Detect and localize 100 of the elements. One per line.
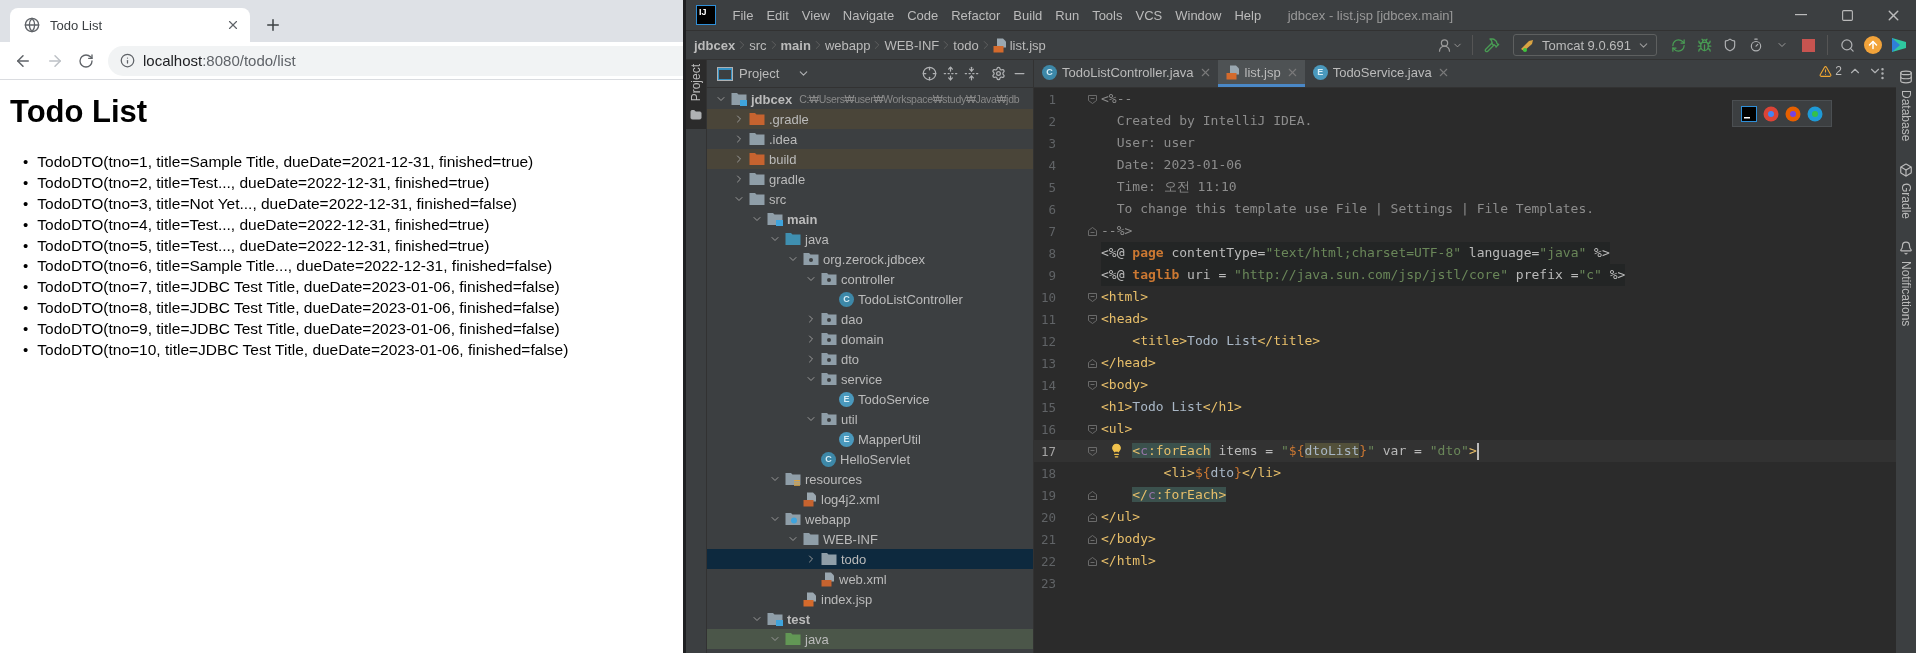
- tree-item[interactable]: java: [707, 629, 1033, 649]
- lightbulb-icon[interactable]: [1109, 443, 1124, 458]
- line-number: 6: [1047, 201, 1056, 217]
- warnings-indicator[interactable]: 2: [1819, 64, 1842, 78]
- list-item: TodoDTO(tno=3, title=Not Yet..., dueDate=2022-12-31, finished=false): [37, 194, 517, 214]
- expand-all-icon[interactable]: [943, 66, 958, 81]
- fold-icon[interactable]: [1087, 512, 1097, 522]
- collapse-all-icon[interactable]: [964, 66, 979, 81]
- tree-item[interactable]: dao: [707, 309, 1033, 329]
- file-icon: [803, 591, 817, 607]
- editor-tab[interactable]: C TodoListController.java: [1034, 60, 1218, 87]
- tree-item[interactable]: org.zerock.jdbcex: [707, 249, 1033, 269]
- browser-tab[interactable]: Todo List: [10, 8, 250, 42]
- item-label: main: [787, 211, 818, 227]
- menu-item[interactable]: Navigate: [836, 7, 901, 23]
- tool-window-tab[interactable]: Gradle: [1896, 153, 1916, 232]
- tree-item[interactable]: main: [707, 209, 1033, 229]
- menu-item[interactable]: Run: [1048, 7, 1086, 23]
- tool-window-tab[interactable]: Database: [1896, 60, 1916, 154]
- run-config-dropdown[interactable]: Tomcat 9.0.691: [1513, 34, 1657, 56]
- menu-item[interactable]: Build: [1006, 7, 1049, 23]
- menu-item[interactable]: Help: [1227, 7, 1268, 23]
- tree-item[interactable]: domain: [707, 329, 1033, 349]
- fold-icon[interactable]: [1087, 226, 1097, 236]
- tool-window-tab[interactable]: Notifications: [1896, 231, 1916, 339]
- line-number: 19: [1039, 487, 1056, 503]
- tree-item[interactable]: .idea: [707, 129, 1033, 149]
- package-icon: [821, 272, 837, 286]
- hammer-icon: [1484, 37, 1501, 53]
- bullet: •: [23, 152, 29, 173]
- reload-icon[interactable]: [78, 52, 94, 69]
- menu-item[interactable]: View: [795, 7, 837, 23]
- address-field[interactable]: localhost:8080/todo/list: [108, 45, 683, 76]
- tree-item[interactable]: E MapperUtil: [707, 429, 1033, 449]
- locate-icon[interactable]: [922, 66, 937, 81]
- tree-item[interactable]: E TodoService: [707, 389, 1033, 409]
- tree-item[interactable]: log4j2.xml: [707, 489, 1033, 509]
- menu-item[interactable]: Refactor: [944, 7, 1007, 23]
- tree-item[interactable]: jdbcex C:₩Users₩user₩Workspace₩study₩Java₩jdb: [707, 89, 1033, 109]
- tree-item[interactable]: WEB-INF: [707, 529, 1033, 549]
- tree-item[interactable]: webapp: [707, 509, 1033, 529]
- breadcrumb[interactable]: list.jsp: [992, 37, 1046, 53]
- fold-icon[interactable]: [1087, 358, 1097, 368]
- item-label: java: [805, 231, 829, 247]
- tree-item[interactable]: dto: [707, 349, 1033, 369]
- bullet: •: [23, 235, 29, 256]
- tree-item[interactable]: .gradle: [707, 109, 1033, 129]
- folder-icon: [749, 112, 765, 126]
- tree-item[interactable]: test: [707, 609, 1033, 629]
- menu-item[interactable]: Edit: [759, 7, 796, 23]
- tree-item[interactable]: resources: [707, 469, 1033, 489]
- menu-item[interactable]: Code: [900, 7, 945, 23]
- item-label: jdbcex: [751, 91, 793, 107]
- fold-icon[interactable]: [1087, 534, 1097, 544]
- tree-item[interactable]: index.jsp: [707, 589, 1033, 609]
- breadcrumb[interactable]: todo: [953, 37, 979, 53]
- fold-icon[interactable]: [1087, 556, 1097, 566]
- tree-item[interactable]: controller: [707, 269, 1033, 289]
- item-label: dto: [841, 351, 860, 367]
- line-number: 15: [1039, 399, 1056, 415]
- tree-item[interactable]: C TodoListController: [707, 289, 1033, 309]
- tree-item[interactable]: web.xml: [707, 569, 1033, 589]
- new-tab-icon[interactable]: [264, 16, 282, 34]
- tree-item[interactable]: src: [707, 189, 1033, 209]
- settings-icon[interactable]: [991, 66, 1006, 81]
- tree-item[interactable]: util: [707, 409, 1033, 429]
- menu-item[interactable]: File: [726, 7, 760, 23]
- item-label: HelloServlet: [840, 451, 911, 467]
- close-icon[interactable]: [226, 18, 240, 32]
- fold-icon[interactable]: [1087, 446, 1097, 456]
- tree-item[interactable]: C HelloServlet: [707, 449, 1033, 469]
- menu-item[interactable]: Window: [1168, 7, 1228, 23]
- fold-icon[interactable]: [1087, 94, 1097, 104]
- breadcrumb[interactable]: WEB-INF: [884, 37, 940, 53]
- menu-item[interactable]: Tools: [1085, 7, 1129, 23]
- tree-item[interactable]: todo: [707, 549, 1033, 569]
- breadcrumb[interactable]: jdbcex: [694, 37, 736, 53]
- folder-icon: [731, 92, 747, 106]
- breadcrumb[interactable]: main: [780, 37, 811, 53]
- menu-item[interactable]: VCS: [1129, 7, 1169, 23]
- breadcrumb[interactable]: webapp: [824, 37, 871, 53]
- editor-tab[interactable]: list.jsp: [1217, 60, 1305, 87]
- tab-label: TodoListController.java: [1062, 64, 1194, 80]
- tree-item[interactable]: service: [707, 369, 1033, 389]
- editor-tab[interactable]: E TodoService.java: [1304, 60, 1456, 87]
- item-label: web.xml: [839, 571, 887, 587]
- fold-icon[interactable]: [1087, 490, 1097, 500]
- item-label: TodoService: [858, 391, 930, 407]
- fold-icon[interactable]: [1087, 380, 1097, 390]
- tree-item[interactable]: java: [707, 229, 1033, 249]
- tool-window-tab[interactable]: Project: [686, 60, 706, 130]
- project-view-dropdown[interactable]: Project: [717, 66, 811, 81]
- code-line: </html>: [1101, 552, 1156, 570]
- fold-icon[interactable]: [1087, 292, 1097, 302]
- fold-icon[interactable]: [1087, 314, 1097, 324]
- browser-icon[interactable]: [1741, 105, 1757, 122]
- fold-icon[interactable]: [1087, 424, 1097, 434]
- breadcrumb[interactable]: src: [749, 37, 767, 53]
- tree-item[interactable]: build: [707, 149, 1033, 169]
- tree-item[interactable]: gradle: [707, 169, 1033, 189]
